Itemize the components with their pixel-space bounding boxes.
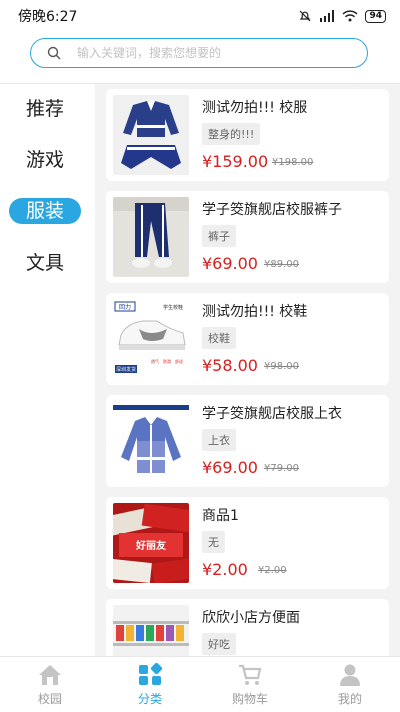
category-recommend[interactable]: 推荐 (9, 96, 81, 122)
status-icons: 94 (298, 9, 386, 23)
product-image-tracksuit (113, 95, 189, 175)
shoe-feature-3: 舒适 (175, 358, 183, 364)
search-icon (47, 46, 61, 60)
product-card[interactable]: 测试勿拍!!! 校服 整身的!!! ¥159.00 ¥198.00 (106, 89, 389, 181)
product-name: 测试勿拍!!! 校鞋 (202, 304, 308, 320)
product-name: 学子筊旗舰店校服裤子 (202, 202, 342, 218)
shoe-feature-1: 透气 (151, 358, 159, 364)
product-price: ¥2.00 (202, 560, 248, 579)
product-card[interactable]: 学子筊旗舰店校服裤子 裤子 ¥69.00 ¥89.00 (106, 191, 389, 283)
tab-label: 校园 (37, 691, 62, 706)
product-image-jacket (113, 401, 189, 481)
category-sidebar: 推荐 游戏 服装 文具 (0, 84, 95, 656)
shoe-feature-2: 防滑 (163, 358, 171, 364)
product-name: 学子筊旗舰店校服上衣 (202, 406, 342, 422)
product-list: 测试勿拍!!! 校服 整身的!!! ¥159.00 ¥198.00 学子筊旗舰店… (95, 84, 400, 656)
shoe-badge: 深圳发货 (116, 366, 136, 373)
category-clothing[interactable]: 服装 (9, 198, 81, 224)
product-original-price: ¥98.00 (264, 361, 299, 372)
status-time: 傍晚6:27 (18, 9, 78, 25)
user-icon (340, 664, 360, 686)
tab-category[interactable]: 分类 (100, 657, 200, 712)
snack-brand-text: 好丽友 (135, 539, 166, 552)
product-image-shoe: 回力 学生校鞋 深圳发货 透气 防滑 舒适 (113, 299, 189, 379)
product-card[interactable]: 好丽友 商品1 无 ¥2.00 ¥2.00 (106, 497, 389, 589)
product-price: ¥69.00 (202, 458, 258, 477)
search-box[interactable] (30, 38, 368, 68)
product-name: 测试勿拍!!! 校服 (202, 100, 308, 116)
mute-bell-icon (300, 10, 311, 22)
product-original-price: ¥89.00 (264, 259, 299, 270)
product-original-price: ¥198.00 (272, 157, 314, 168)
tab-campus[interactable]: 校园 (0, 657, 100, 712)
tab-mine[interactable]: 我的 (300, 657, 400, 712)
product-image-snack: 好丽友 (113, 503, 189, 583)
product-tag: 好吃 (202, 633, 236, 655)
product-name: 商品1 (202, 508, 239, 524)
battery-indicator: 94 (365, 9, 386, 23)
category-icon (139, 662, 163, 685)
cart-icon (239, 664, 262, 685)
search-bar (0, 32, 400, 84)
product-card[interactable]: 学子筊旗舰店校服上衣 上衣 ¥69.00 ¥79.00 (106, 395, 389, 487)
search-input[interactable] (75, 45, 349, 61)
product-tag: 整身的!!! (202, 123, 261, 145)
tab-label: 分类 (137, 691, 162, 706)
product-image-shelf (113, 605, 189, 656)
tab-cart[interactable]: 购物车 (200, 657, 300, 712)
product-card[interactable]: 回力 学生校鞋 深圳发货 透气 防滑 舒适 测试勿拍!!! 校鞋 校鞋 ¥58.… (106, 293, 389, 385)
product-original-price: ¥79.00 (264, 463, 299, 474)
shoe-caption: 学生校鞋 (163, 304, 183, 311)
product-price: ¥58.00 (202, 356, 258, 375)
product-card[interactable]: 欣欣小店方便面 好吃 (106, 599, 389, 656)
product-tag: 裤子 (202, 225, 236, 247)
category-games[interactable]: 游戏 (9, 147, 81, 173)
product-tag: 校鞋 (202, 327, 236, 349)
product-name: 欣欣小店方便面 (202, 610, 300, 626)
tab-label: 购物车 (231, 691, 268, 706)
product-price: ¥159.00 (202, 152, 269, 171)
product-tag: 上衣 (202, 429, 236, 451)
bottom-tab-bar: 校园 分类 购物车 我的 (0, 656, 400, 712)
wifi-icon (342, 10, 358, 22)
home-icon (39, 664, 61, 685)
product-original-price: ¥2.00 (258, 565, 287, 576)
tab-label: 我的 (337, 691, 362, 706)
status-bar: 傍晚6:27 94 (0, 0, 400, 32)
product-price: ¥69.00 (202, 254, 258, 273)
category-stationery[interactable]: 文具 (9, 250, 81, 276)
signal-icon (320, 10, 335, 22)
product-tag: 无 (202, 531, 225, 553)
shoe-brand-logo: 回力 (119, 303, 131, 311)
product-image-pants (113, 197, 189, 277)
